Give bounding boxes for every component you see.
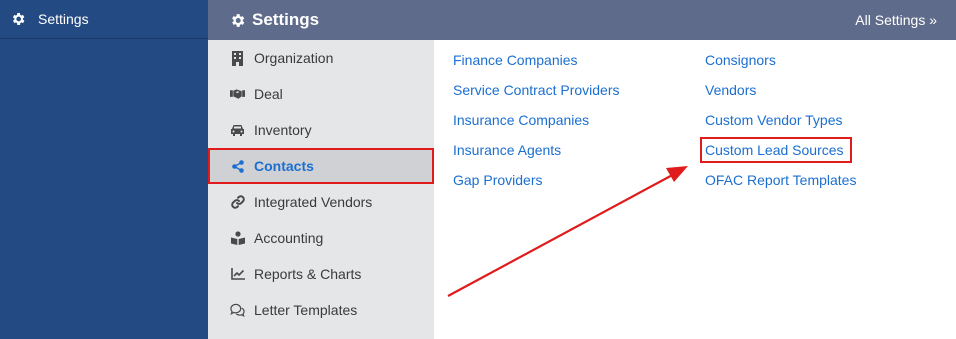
all-settings-link[interactable]: All Settings »: [855, 12, 937, 28]
links-column-2: Consignors Vendors Custom Vendor Types C…: [700, 51, 856, 201]
menu-item-label: Organization: [254, 50, 334, 66]
menu-item-label: Letter Templates: [254, 302, 358, 318]
header-bar: Settings All Settings »: [208, 0, 956, 40]
page-title-text: Settings: [252, 10, 320, 29]
link-vendors[interactable]: Vendors: [705, 81, 856, 111]
car-icon: [230, 123, 245, 138]
menu-item-accounting[interactable]: Accounting: [208, 220, 434, 256]
link-insurance-companies[interactable]: Insurance Companies: [453, 111, 620, 141]
sidebar-settings-label: Settings: [38, 11, 89, 27]
links-column-1: Finance Companies Service Contract Provi…: [453, 51, 620, 201]
gear-icon: [229, 12, 246, 29]
handshake-icon: [230, 87, 245, 102]
link-gap-providers[interactable]: Gap Providers: [453, 171, 620, 201]
app-sidebar: Settings: [0, 0, 208, 339]
link-service-contract-providers[interactable]: Service Contract Providers: [453, 81, 620, 111]
link-insurance-agents[interactable]: Insurance Agents: [453, 141, 620, 171]
menu-item-inventory[interactable]: Inventory: [208, 112, 434, 148]
link-icon: [230, 195, 245, 210]
menu-item-integrated-vendors[interactable]: Integrated Vendors: [208, 184, 434, 220]
sidebar-settings-item[interactable]: Settings: [0, 0, 208, 39]
link-consignors[interactable]: Consignors: [705, 51, 856, 81]
menu-item-label: Contacts: [254, 158, 314, 174]
menu-item-label: Inventory: [254, 122, 312, 138]
menu-item-reports-charts[interactable]: Reports & Charts: [208, 256, 434, 292]
menu-item-label: Reports & Charts: [254, 266, 362, 282]
menu-item-deal[interactable]: Deal: [208, 76, 434, 112]
link-custom-lead-sources-text: Custom Lead Sources: [700, 137, 852, 163]
link-ofac-report-templates[interactable]: OFAC Report Templates: [705, 171, 856, 201]
link-custom-vendor-types[interactable]: Custom Vendor Types: [705, 111, 856, 141]
menu-item-letter-templates[interactable]: Letter Templates: [208, 292, 434, 328]
building-icon: [230, 50, 245, 66]
menu-item-label: Integrated Vendors: [254, 194, 373, 210]
line-chart-icon: [230, 267, 245, 282]
menu-item-contacts[interactable]: Contacts: [208, 148, 434, 184]
book-reader-icon: [230, 231, 245, 246]
link-custom-lead-sources[interactable]: Custom Lead Sources: [700, 137, 856, 171]
link-finance-companies[interactable]: Finance Companies: [453, 51, 620, 81]
settings-content: Finance Companies Service Contract Provi…: [434, 40, 956, 339]
menu-item-organization[interactable]: Organization: [208, 40, 434, 76]
page-title: Settings: [229, 10, 319, 30]
settings-menu: Organization Deal Inventory Contacts Int…: [208, 40, 434, 339]
menu-item-label: Deal: [254, 86, 283, 102]
gear-icon: [10, 11, 26, 27]
share-nodes-icon: [230, 159, 245, 174]
comments-icon: [230, 303, 245, 318]
menu-item-label: Accounting: [254, 230, 324, 246]
